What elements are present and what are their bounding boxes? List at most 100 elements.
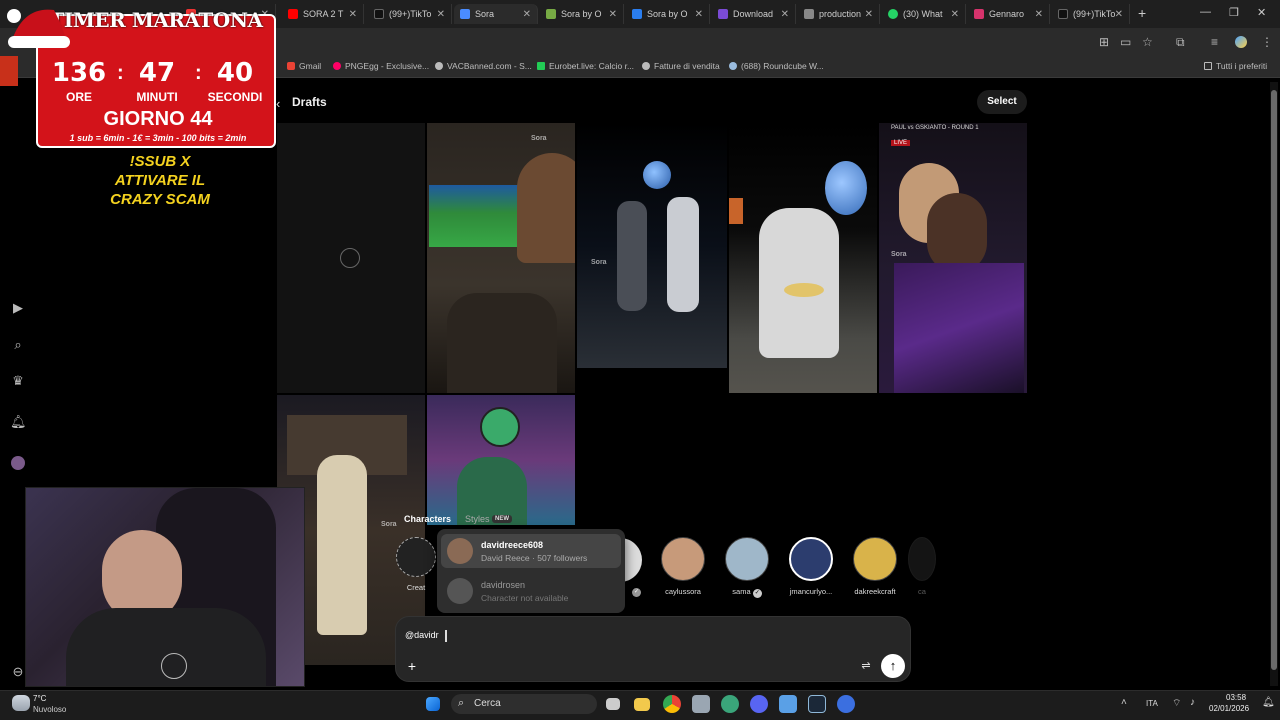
- tab-9[interactable]: Gennaro ✕: [968, 4, 1050, 24]
- create-character-button[interactable]: Creat: [394, 537, 438, 592]
- all-bookmarks[interactable]: Tutti i preferiti: [1204, 61, 1267, 71]
- volume-icon[interactable]: ♪: [1190, 697, 1195, 708]
- app-icon[interactable]: [692, 695, 710, 713]
- close-icon[interactable]: ✕: [1035, 9, 1043, 20]
- draft-thumbnail-loading[interactable]: [277, 123, 425, 393]
- trophy-icon[interactable]: ♛: [10, 373, 26, 389]
- character-item[interactable]: dakreekcraft: [843, 537, 907, 596]
- window-close-icon[interactable]: ✕: [1257, 6, 1266, 19]
- play-icon[interactable]: ▶: [10, 300, 26, 316]
- close-icon[interactable]: ✕: [695, 9, 703, 20]
- close-icon[interactable]: ✕: [865, 9, 873, 20]
- input-language[interactable]: ITA: [1146, 699, 1158, 708]
- back-icon[interactable]: ‹: [276, 96, 280, 111]
- prompt-input[interactable]: @davidr: [405, 630, 439, 640]
- close-icon[interactable]: ✕: [437, 9, 445, 20]
- clock-date[interactable]: 02/01/2026: [1209, 704, 1249, 713]
- tab-favicon-icon: [632, 9, 642, 19]
- chrome-icon[interactable]: [663, 695, 681, 713]
- tab-7[interactable]: production ✕: [798, 4, 880, 24]
- close-icon[interactable]: ✕: [781, 9, 789, 20]
- draft-thumbnail[interactable]: Sora: [577, 123, 727, 368]
- tab-characters[interactable]: Characters: [404, 514, 451, 524]
- draft-thumbnail[interactable]: [729, 123, 877, 393]
- select-button[interactable]: Select: [977, 90, 1027, 114]
- bookmark-label: Tutti i preferiti: [1216, 61, 1268, 71]
- suggestion-item[interactable]: davidreece608 David Reece · 507 follower…: [441, 534, 621, 568]
- windows-start-icon[interactable]: [426, 697, 440, 711]
- notification-bell-icon[interactable]: 🔔︎: [1262, 697, 1275, 708]
- close-icon[interactable]: ✕: [523, 9, 531, 20]
- character-item[interactable]: jmancurlyo...: [779, 537, 843, 596]
- scrollbar[interactable]: [1270, 82, 1278, 686]
- minimize-icon[interactable]: —: [1200, 6, 1211, 18]
- character-item[interactable]: ca: [907, 537, 937, 596]
- app-icon[interactable]: [721, 695, 739, 713]
- tab-10[interactable]: (99+)TikTo ✕: [1052, 4, 1130, 24]
- folder-icon: [1204, 62, 1212, 70]
- draft-thumbnail[interactable]: PAUL vs GSKIANTO - ROUND 1 LIVE Sora: [879, 123, 1027, 393]
- translate-icon[interactable]: ⊞: [1099, 35, 1109, 49]
- tab-1[interactable]: SORA 2 T ✕: [282, 4, 364, 24]
- bell-icon[interactable]: 🔔︎: [10, 414, 27, 430]
- tab-label: Gennaro: [989, 9, 1025, 19]
- sora-watermark: Sora: [591, 259, 607, 266]
- tab-styles[interactable]: Styles: [465, 514, 490, 524]
- bookmark-roundcube[interactable]: (688) Roundcube W...: [729, 61, 824, 71]
- send-button[interactable]: ↑: [881, 654, 905, 678]
- suggestion-item[interactable]: davidrosen Character not available: [441, 574, 621, 608]
- file-explorer-icon[interactable]: [634, 698, 650, 711]
- new-badge: NEW: [492, 515, 512, 523]
- discord-icon[interactable]: [750, 695, 768, 713]
- extensions-icon[interactable]: ⧉: [1176, 35, 1185, 50]
- tab-5[interactable]: Sora by O ✕: [626, 4, 710, 24]
- cast-icon[interactable]: ▭: [1120, 35, 1131, 49]
- tab-6[interactable]: Download ✕: [712, 4, 796, 24]
- app-icon[interactable]: [779, 695, 797, 713]
- user-avatar[interactable]: [11, 456, 25, 470]
- wifi-icon[interactable]: ⌔: [1172, 697, 1181, 710]
- scrollbar-thumb[interactable]: [1271, 90, 1277, 670]
- maximize-icon[interactable]: ❐: [1229, 6, 1239, 19]
- tab-2[interactable]: (99+)TikTo ✕: [368, 4, 452, 24]
- bookmark-label: (688) Roundcube W...: [741, 61, 824, 71]
- steam-icon[interactable]: [808, 695, 826, 713]
- bookmark-star-icon[interactable]: ☆: [1142, 35, 1153, 49]
- chevron-up-icon[interactable]: ˄: [1121, 697, 1127, 708]
- close-icon[interactable]: ✕: [609, 9, 617, 20]
- draft-thumbnail[interactable]: [427, 395, 575, 525]
- close-icon[interactable]: ✕: [349, 9, 357, 20]
- draft-thumbnail[interactable]: Sora: [427, 123, 575, 393]
- bookmark-gmail[interactable]: Gmail: [287, 61, 321, 71]
- timer-hours-label: ORE: [65, 90, 92, 104]
- menu-icon[interactable]: ⋮: [1261, 35, 1273, 49]
- add-button[interactable]: +: [404, 658, 420, 674]
- settings-sliders-icon[interactable]: ⇌: [858, 658, 874, 674]
- bookmark-vacbanned[interactable]: VACBanned.com - S...: [435, 61, 532, 71]
- tab-3[interactable]: Sora ✕: [454, 4, 538, 24]
- taskbar-search[interactable]: [451, 694, 597, 714]
- bookmark-pngegg[interactable]: PNGEgg - Exclusive...: [333, 61, 429, 71]
- bookmark-fatture[interactable]: Fatture di vendita: [642, 61, 720, 71]
- clock-time[interactable]: 03:58: [1226, 693, 1246, 702]
- task-view-icon[interactable]: [606, 698, 620, 710]
- tiktok-icon: [1058, 9, 1068, 19]
- bookmark-eurobet[interactable]: Eurobet.live: Calcio r...: [537, 61, 634, 71]
- search-icon: ⌕: [458, 697, 465, 709]
- tab-4[interactable]: Sora by O ✕: [540, 4, 624, 24]
- more-icon[interactable]: ⊖: [10, 664, 26, 680]
- reading-list-icon[interactable]: ≡: [1211, 35, 1218, 49]
- weather-cloud-icon[interactable]: [12, 695, 30, 711]
- close-icon[interactable]: ✕: [1115, 9, 1123, 20]
- profile-avatar[interactable]: [1235, 36, 1247, 48]
- app-icon[interactable]: [837, 695, 855, 713]
- bookmark-label: Eurobet.live: Calcio r...: [549, 61, 635, 71]
- dancer-figure: [317, 455, 367, 635]
- new-tab-icon[interactable]: +: [1138, 5, 1146, 21]
- tab-8[interactable]: (30) What ✕: [882, 4, 966, 24]
- character-item[interactable]: sama ✓: [715, 537, 779, 598]
- search-icon[interactable]: ⌕: [10, 337, 26, 353]
- tab-label: SORA 2 T: [303, 9, 344, 19]
- character-item[interactable]: caylussora: [651, 537, 715, 596]
- close-icon[interactable]: ✕: [951, 9, 959, 20]
